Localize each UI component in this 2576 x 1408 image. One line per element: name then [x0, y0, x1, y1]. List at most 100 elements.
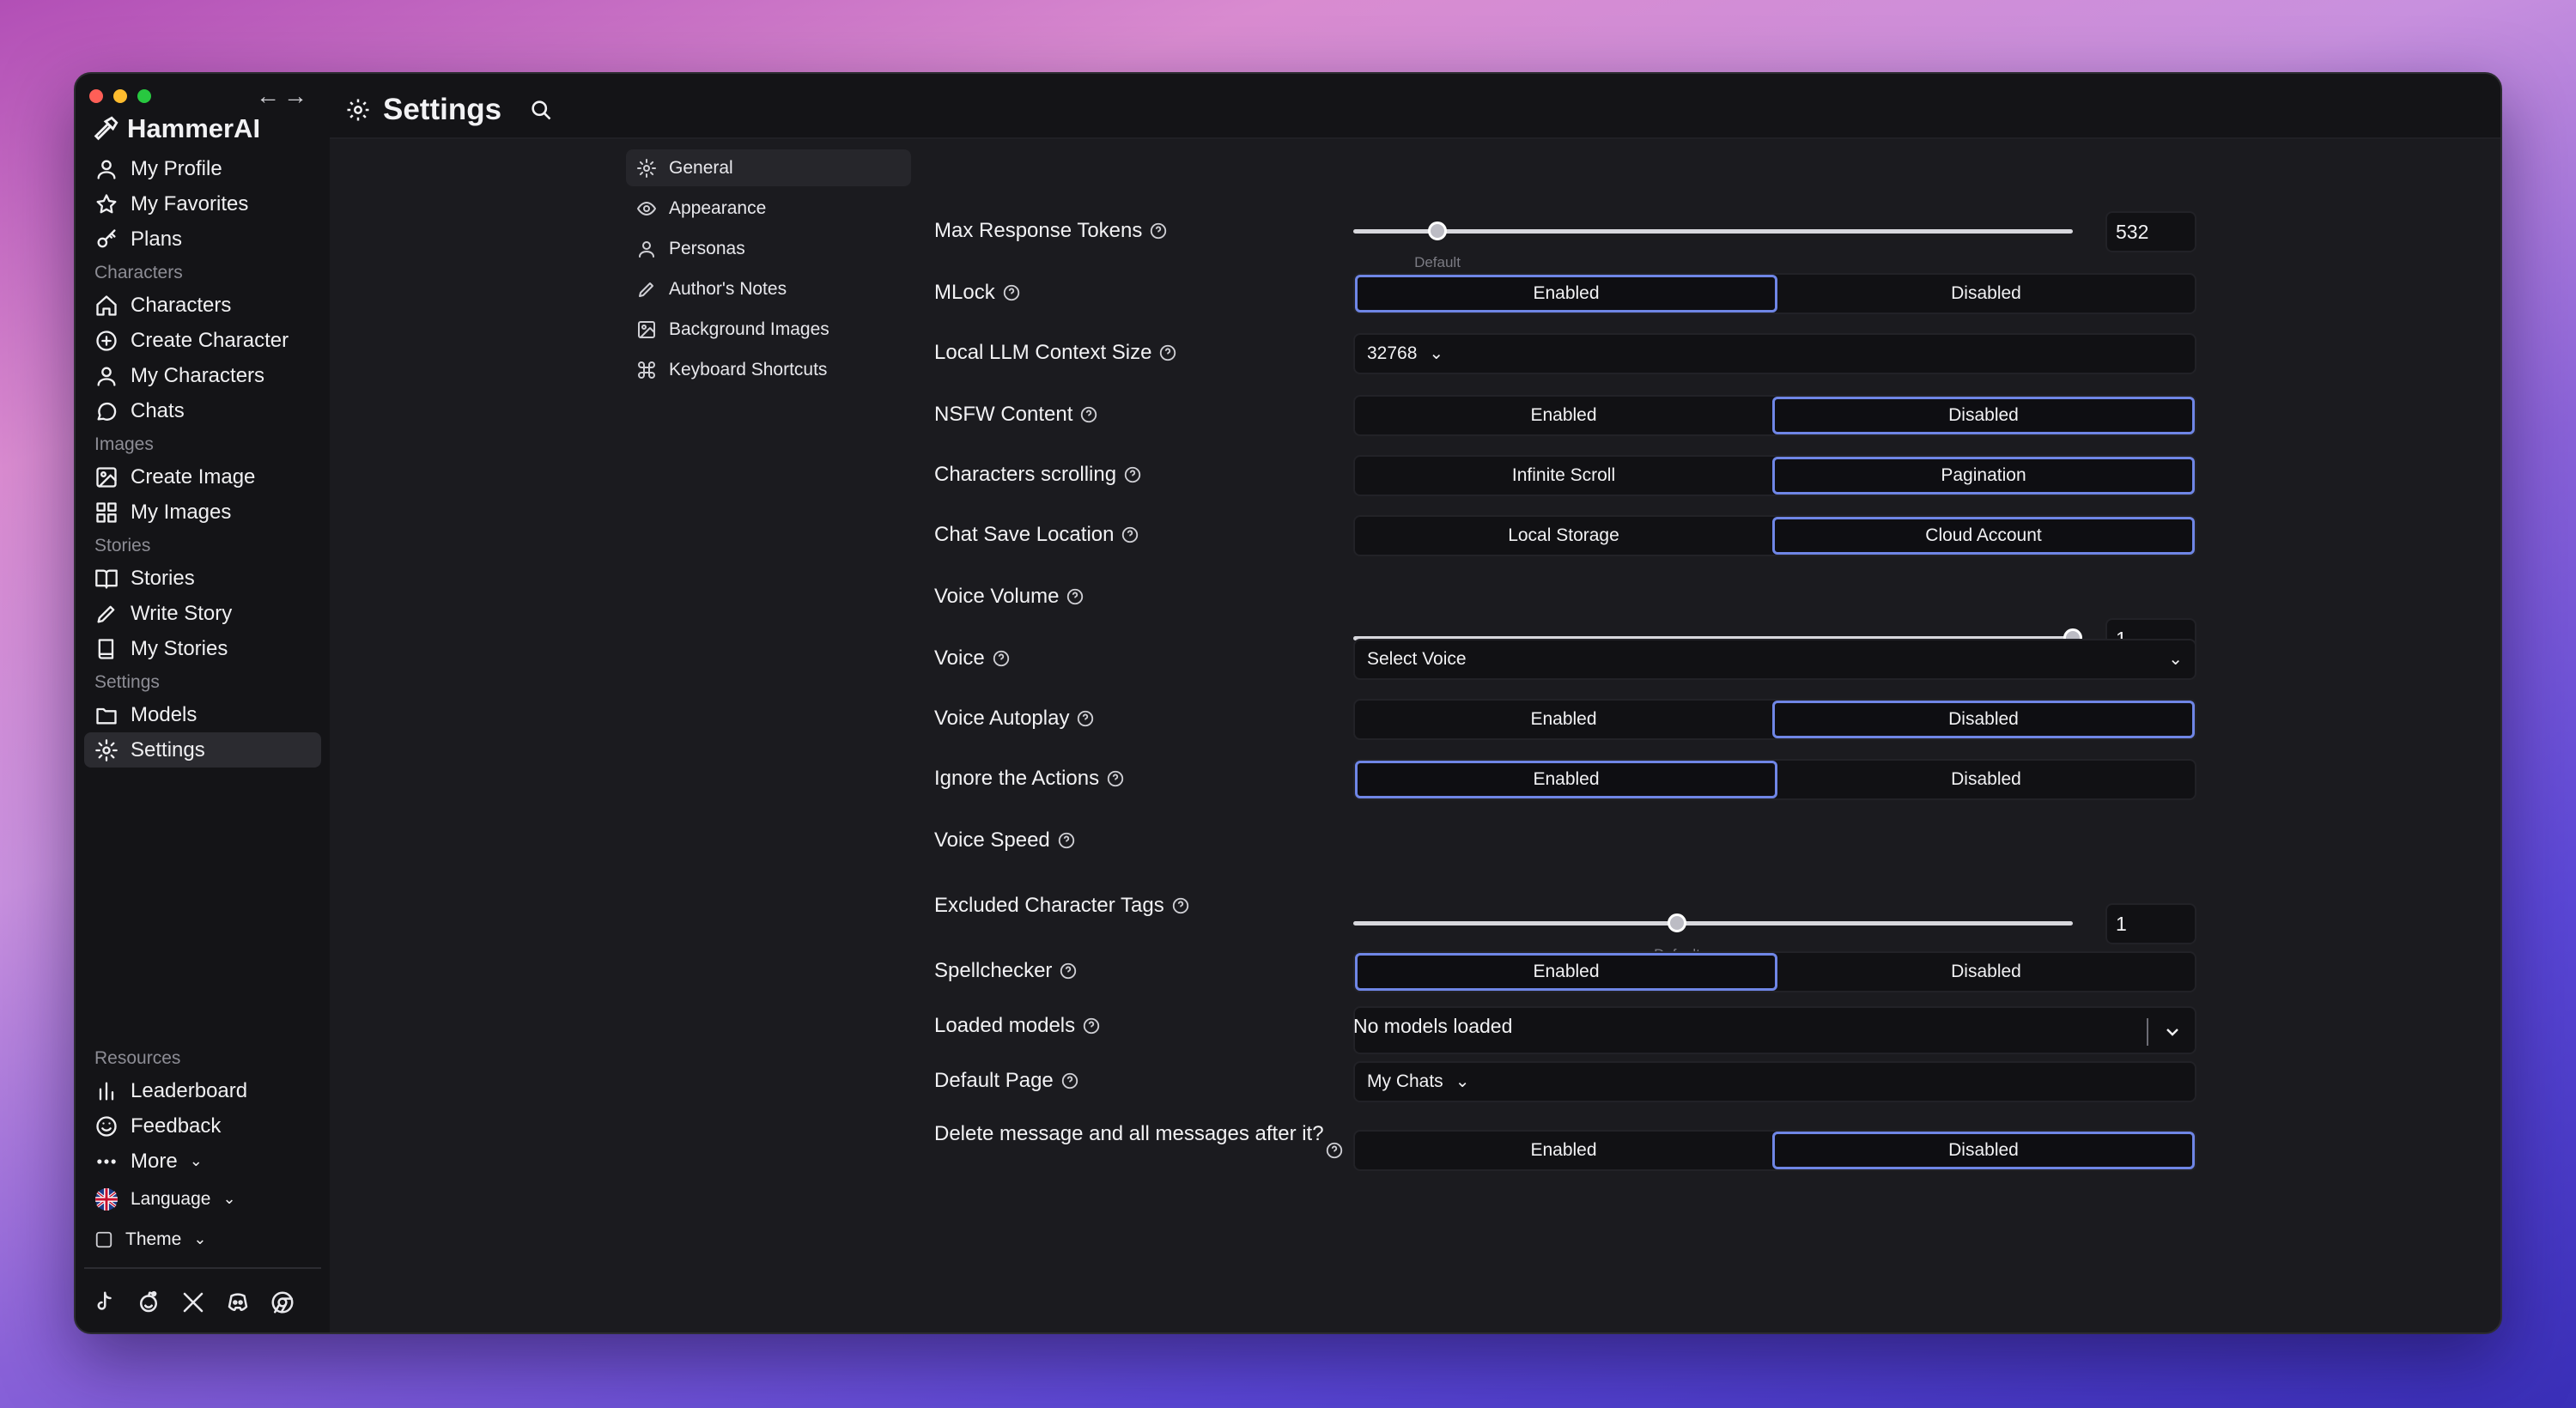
submenu-item-appearance[interactable]: Appearance — [626, 190, 911, 227]
sidebar-item-write-story[interactable]: Write Story — [84, 596, 321, 631]
spellchecker-option-enabled[interactable]: Enabled — [1355, 953, 1777, 991]
help-icon[interactable] — [1149, 222, 1168, 240]
section-title: Stories — [94, 536, 151, 555]
slider-track[interactable] — [1353, 229, 2073, 234]
setting-label-mlock: MLock — [934, 281, 1021, 305]
help-icon[interactable] — [1002, 283, 1021, 302]
help-icon[interactable] — [1059, 962, 1078, 980]
settings-submenu: General Appearance Personas Author's Notes B… — [626, 149, 911, 391]
gear-icon — [637, 158, 656, 178]
sidebar-item-my-images[interactable]: My Images — [84, 495, 321, 530]
setting-row-max-tokens: Max Response Tokens Default 532 — [934, 151, 2196, 270]
sidebar-item-feedback[interactable]: Feedback — [84, 1108, 321, 1144]
help-icon[interactable] — [1158, 343, 1177, 362]
slider-track[interactable] — [1353, 921, 2073, 926]
setting-label-save-location: Chat Save Location — [934, 523, 1139, 547]
x-link[interactable] — [180, 1290, 206, 1320]
help-icon[interactable] — [1325, 1141, 1344, 1160]
save-location-option-cloud-account[interactable]: Cloud Account — [1772, 517, 2195, 555]
delete-after-option-disabled[interactable]: Disabled — [1772, 1132, 2195, 1169]
close-window-button[interactable] — [89, 89, 103, 103]
sidebar-item-more[interactable]: More ⌄ — [84, 1144, 321, 1179]
app-name: HammerAI — [127, 113, 261, 143]
save-location-option-local-storage[interactable]: Local Storage — [1355, 517, 1772, 555]
social-links — [84, 1267, 321, 1320]
back-arrow-icon[interactable]: ← — [256, 82, 280, 110]
search-icon[interactable] — [529, 98, 553, 122]
sidebar-item-settings[interactable]: Settings — [84, 732, 321, 768]
star-icon — [96, 193, 117, 213]
context-size-select[interactable]: 32768 ⌄ — [1353, 333, 2196, 374]
sidebar-item-chats[interactable]: Chats — [84, 393, 321, 428]
mlock-option-enabled[interactable]: Enabled — [1355, 275, 1777, 313]
help-icon[interactable] — [1076, 709, 1095, 728]
ignore-actions-option-enabled[interactable]: Enabled — [1355, 761, 1777, 798]
submenu-item-label: Background Images — [669, 319, 829, 339]
reddit-link[interactable] — [136, 1290, 161, 1320]
language-selector[interactable]: Language ⌄ — [84, 1179, 321, 1219]
submenu-item-personas[interactable]: Personas — [626, 230, 911, 267]
chevron-down-icon: ⌄ — [193, 1230, 207, 1247]
nsfw-option-enabled[interactable]: Enabled — [1355, 397, 1772, 434]
select-value: 32768 — [1367, 343, 1418, 363]
slider-thumb[interactable] — [1428, 222, 1447, 240]
mlock-option-disabled[interactable]: Disabled — [1777, 275, 2195, 313]
slider-thumb[interactable] — [1668, 913, 1686, 932]
sidebar-item-label: Chats — [131, 398, 185, 422]
sidebar-item-label: Characters — [131, 293, 232, 317]
sidebar-item-my-stories[interactable]: My Stories — [84, 631, 321, 666]
delete-after-option-enabled[interactable]: Enabled — [1355, 1132, 1772, 1169]
chrome-link[interactable] — [270, 1290, 295, 1320]
submenu-item-background-images[interactable]: Background Images — [626, 311, 911, 348]
help-icon[interactable] — [1082, 1017, 1101, 1035]
sidebar: ← → HammerAI My Profile My Favorites Plans… — [76, 74, 330, 1332]
forward-arrow-icon[interactable]: → — [283, 82, 307, 110]
sidebar-item-leaderboard[interactable]: Leaderboard — [84, 1073, 321, 1108]
voice-speed-input[interactable]: 1 — [2105, 903, 2196, 944]
submenu-item-general[interactable]: General — [626, 149, 911, 186]
spellchecker-toggle: Enabled Disabled — [1353, 951, 2196, 992]
nsfw-option-disabled[interactable]: Disabled — [1772, 397, 2195, 434]
scrolling-option-pagination[interactable]: Pagination — [1772, 457, 2195, 495]
sidebar-item-models[interactable]: Models — [84, 697, 321, 732]
submenu-item-keyboard-shortcuts[interactable]: Keyboard Shortcuts — [626, 351, 911, 388]
app-logo[interactable]: HammerAI — [91, 113, 260, 144]
voice-autoplay-option-disabled[interactable]: Disabled — [1772, 701, 2195, 738]
zoom-window-button[interactable] — [137, 89, 151, 103]
sidebar-item-create-character[interactable]: Create Character — [84, 323, 321, 358]
voice-autoplay-option-enabled[interactable]: Enabled — [1355, 701, 1772, 738]
help-icon[interactable] — [1079, 405, 1098, 424]
voice-autoplay-toggle: Enabled Disabled — [1353, 699, 2196, 740]
tiktok-link[interactable] — [91, 1290, 117, 1320]
default-page-select[interactable]: My Chats ⌄ — [1353, 1061, 2196, 1102]
sidebar-item-my-characters[interactable]: My Characters — [84, 358, 321, 393]
chrome-icon — [271, 1291, 294, 1314]
help-icon[interactable] — [992, 649, 1011, 668]
theme-selector[interactable]: Theme ⌄ — [84, 1219, 321, 1259]
sidebar-resources: Resources Leaderboard Feedback More ⌄ Langu… — [84, 1042, 321, 1259]
sidebar-item-my-favorites[interactable]: My Favorites — [84, 186, 321, 222]
sidebar-item-create-image[interactable]: Create Image — [84, 459, 321, 495]
help-icon[interactable] — [1121, 525, 1139, 544]
minimize-window-button[interactable] — [113, 89, 127, 103]
help-wrapper — [1325, 1141, 1344, 1164]
discord-link[interactable] — [225, 1290, 251, 1320]
sidebar-item-label: Settings — [131, 737, 205, 762]
book-icon — [98, 638, 114, 659]
help-icon[interactable] — [1057, 831, 1076, 850]
help-icon[interactable] — [1171, 896, 1190, 915]
sidebar-item-plans[interactable]: Plans — [84, 222, 321, 257]
help-icon[interactable] — [1123, 465, 1142, 484]
help-icon[interactable] — [1106, 769, 1125, 788]
sidebar-item-my-profile[interactable]: My Profile — [84, 151, 321, 186]
max-tokens-input[interactable]: 532 — [2105, 211, 2196, 252]
help-icon[interactable] — [1060, 1071, 1079, 1090]
voice-select[interactable]: Select Voice ⌄ — [1353, 639, 2196, 680]
submenu-item-author-s-notes[interactable]: Author's Notes — [626, 270, 911, 307]
spellchecker-option-disabled[interactable]: Disabled — [1777, 953, 2195, 991]
sidebar-item-stories[interactable]: Stories — [84, 561, 321, 596]
ignore-actions-option-disabled[interactable]: Disabled — [1777, 761, 2195, 798]
scrolling-option-infinite-scroll[interactable]: Infinite Scroll — [1355, 457, 1772, 495]
sidebar-item-characters[interactable]: Characters — [84, 288, 321, 323]
help-icon[interactable] — [1066, 587, 1084, 606]
